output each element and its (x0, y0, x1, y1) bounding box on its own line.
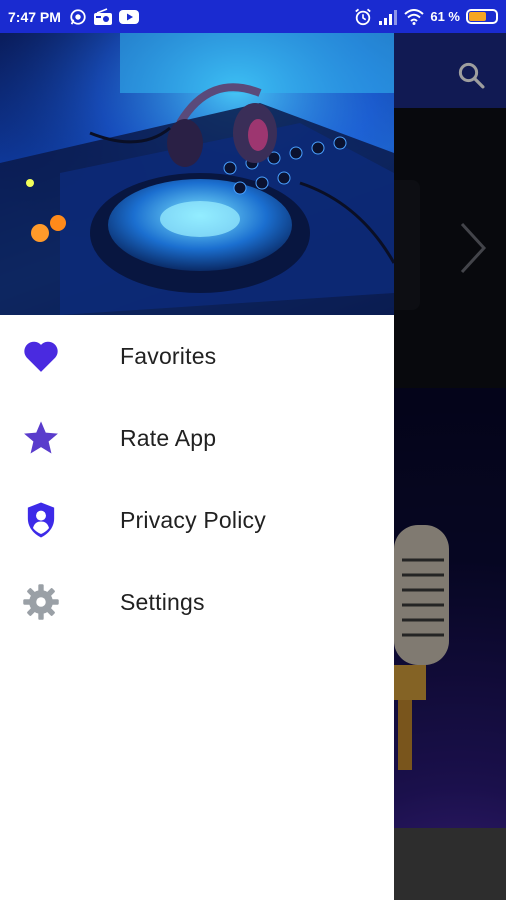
battery-icon (466, 9, 498, 24)
menu-item-rate-app[interactable]: Rate App (0, 397, 394, 479)
menu-item-favorites[interactable]: Favorites (0, 315, 394, 397)
alarm-icon (355, 8, 372, 25)
navigation-drawer: Favorites Rate App Privacy Policy Settin… (0, 33, 394, 900)
drawer-header-image (0, 33, 394, 315)
star-icon (22, 419, 60, 457)
menu-label-settings: Settings (120, 588, 205, 615)
menu-item-settings[interactable]: Settings (0, 561, 394, 643)
wifi-icon (404, 8, 425, 25)
gear-icon (22, 583, 60, 621)
menu-label-rate-app: Rate App (120, 424, 217, 451)
youtube-icon (118, 9, 139, 24)
whatsapp-icon (70, 8, 86, 25)
menu-item-privacy-policy[interactable]: Privacy Policy (0, 479, 394, 561)
battery-percent: 61 % (430, 9, 460, 24)
menu-label-favorites: Favorites (120, 342, 217, 369)
dj-mixer-illustration (0, 33, 394, 315)
radio-icon (93, 7, 112, 25)
signal-icon (379, 9, 398, 25)
heart-icon (22, 337, 60, 375)
status-bar: 7:47 PM 61 % (0, 0, 506, 33)
battery-level (469, 12, 487, 21)
menu-label-privacy-policy: Privacy Policy (120, 506, 266, 533)
drawer-menu: Favorites Rate App Privacy Policy Settin… (0, 315, 394, 643)
status-time: 7:47 PM (8, 8, 61, 25)
shield-user-icon (22, 501, 60, 539)
